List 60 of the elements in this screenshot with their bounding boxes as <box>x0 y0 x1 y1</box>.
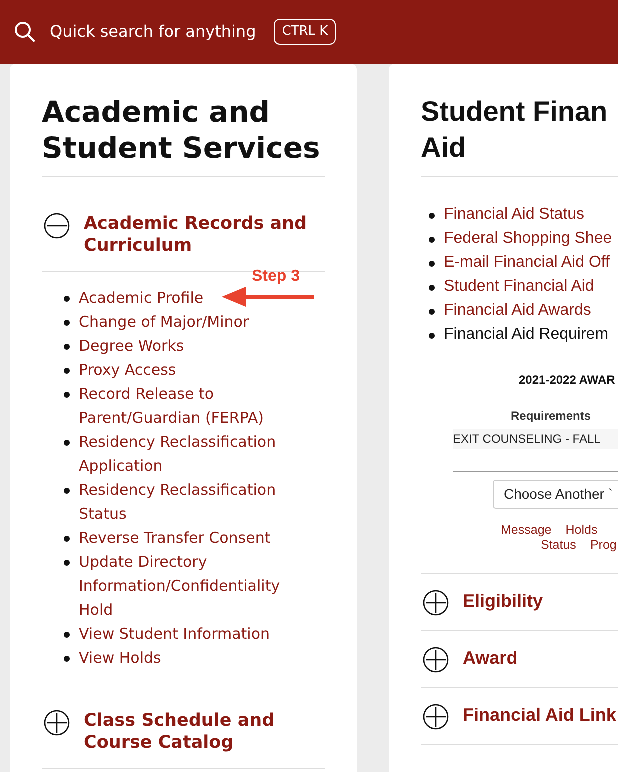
year-dropdown[interactable]: Choose Another ` <box>493 480 618 509</box>
expand-icon[interactable] <box>44 710 70 736</box>
bullet-icon <box>64 632 70 638</box>
search-field[interactable]: Quick search for anything <box>50 20 256 44</box>
list-link[interactable]: Update Directory Information/Confidentiality Hold <box>79 550 304 622</box>
collapse-icon[interactable] <box>44 213 70 239</box>
list-link[interactable]: Degree Works <box>79 334 184 358</box>
bullet-icon <box>64 320 70 326</box>
expand-icon[interactable] <box>423 704 449 730</box>
bullet-icon <box>64 440 70 446</box>
list-link[interactable]: Financial Aid Status <box>444 203 585 227</box>
card-title: Student Services <box>42 130 322 166</box>
list-link[interactable]: Financial Aid Awards <box>444 299 592 323</box>
expand-icon[interactable] <box>423 647 449 673</box>
requirement-row: EXIT COUNSELING - FALL <box>453 429 618 449</box>
card-title: Aid <box>421 131 468 165</box>
bullet-icon <box>429 309 435 315</box>
nav-link-text[interactable]: Holds <box>566 523 598 538</box>
list-link[interactable]: Change of Major/Minor <box>79 310 250 334</box>
annotation-label: Step 3 <box>252 268 300 286</box>
list-link[interactable]: Federal Shopping Shee <box>444 227 612 251</box>
bullet-icon <box>64 368 70 374</box>
keyboard-shortcut: CTRL K <box>274 19 336 45</box>
bullet-icon <box>64 392 70 398</box>
bullet-icon <box>64 344 70 350</box>
list-link[interactable]: Record Release to Parent/Guardian (FERPA) <box>79 382 304 430</box>
bullet-icon <box>429 285 435 291</box>
nav-link-text[interactable]: Message <box>501 523 552 538</box>
list-link[interactable]: Residency Reclassification Status <box>79 478 304 526</box>
list-link[interactable]: Reverse Transfer Consent <box>79 526 271 550</box>
nav-link-text[interactable]: Status <box>541 538 576 553</box>
bullet-icon <box>64 560 70 566</box>
section-header-link[interactable]: Academic Records and Curriculum <box>84 213 325 257</box>
list-link[interactable]: Proxy Access <box>79 358 176 382</box>
requirements-heading: Requirements <box>511 408 592 425</box>
list-link[interactable]: View Holds <box>79 646 162 670</box>
card-title: Student Finan <box>421 95 609 129</box>
section-header-link[interactable]: Class Schedule and Course Catalog <box>84 710 325 754</box>
bullet-icon <box>64 656 70 662</box>
bullet-icon <box>64 296 70 302</box>
bullet-icon <box>64 536 70 542</box>
list-link[interactable]: Student Financial Aid <box>444 275 594 299</box>
award-year-heading: 2021-2022 AWAR <box>519 372 616 389</box>
bullet-icon <box>429 237 435 243</box>
bullet-icon <box>64 488 70 494</box>
list-link[interactable]: E-mail Financial Aid Off <box>444 251 610 275</box>
list-item-text: Financial Aid Requirem <box>444 325 609 345</box>
bullet-icon <box>429 213 435 219</box>
card-title: Academic and <box>42 94 272 130</box>
nav-link-text[interactable]: Prog <box>590 538 617 553</box>
section-header-link[interactable]: Financial Aid Link <box>463 704 616 726</box>
section-header-link[interactable]: Eligibility <box>463 590 544 612</box>
list-link[interactable]: Residency Reclassification Application <box>79 430 304 478</box>
search-icon[interactable] <box>14 21 36 43</box>
list-link[interactable]: Academic Profile <box>79 286 204 310</box>
expand-icon[interactable] <box>423 590 449 616</box>
list-link[interactable]: View Student Information <box>79 622 270 646</box>
bullet-icon <box>429 261 435 267</box>
section-header-link[interactable]: Award <box>463 647 518 669</box>
bullet-icon <box>429 333 435 339</box>
